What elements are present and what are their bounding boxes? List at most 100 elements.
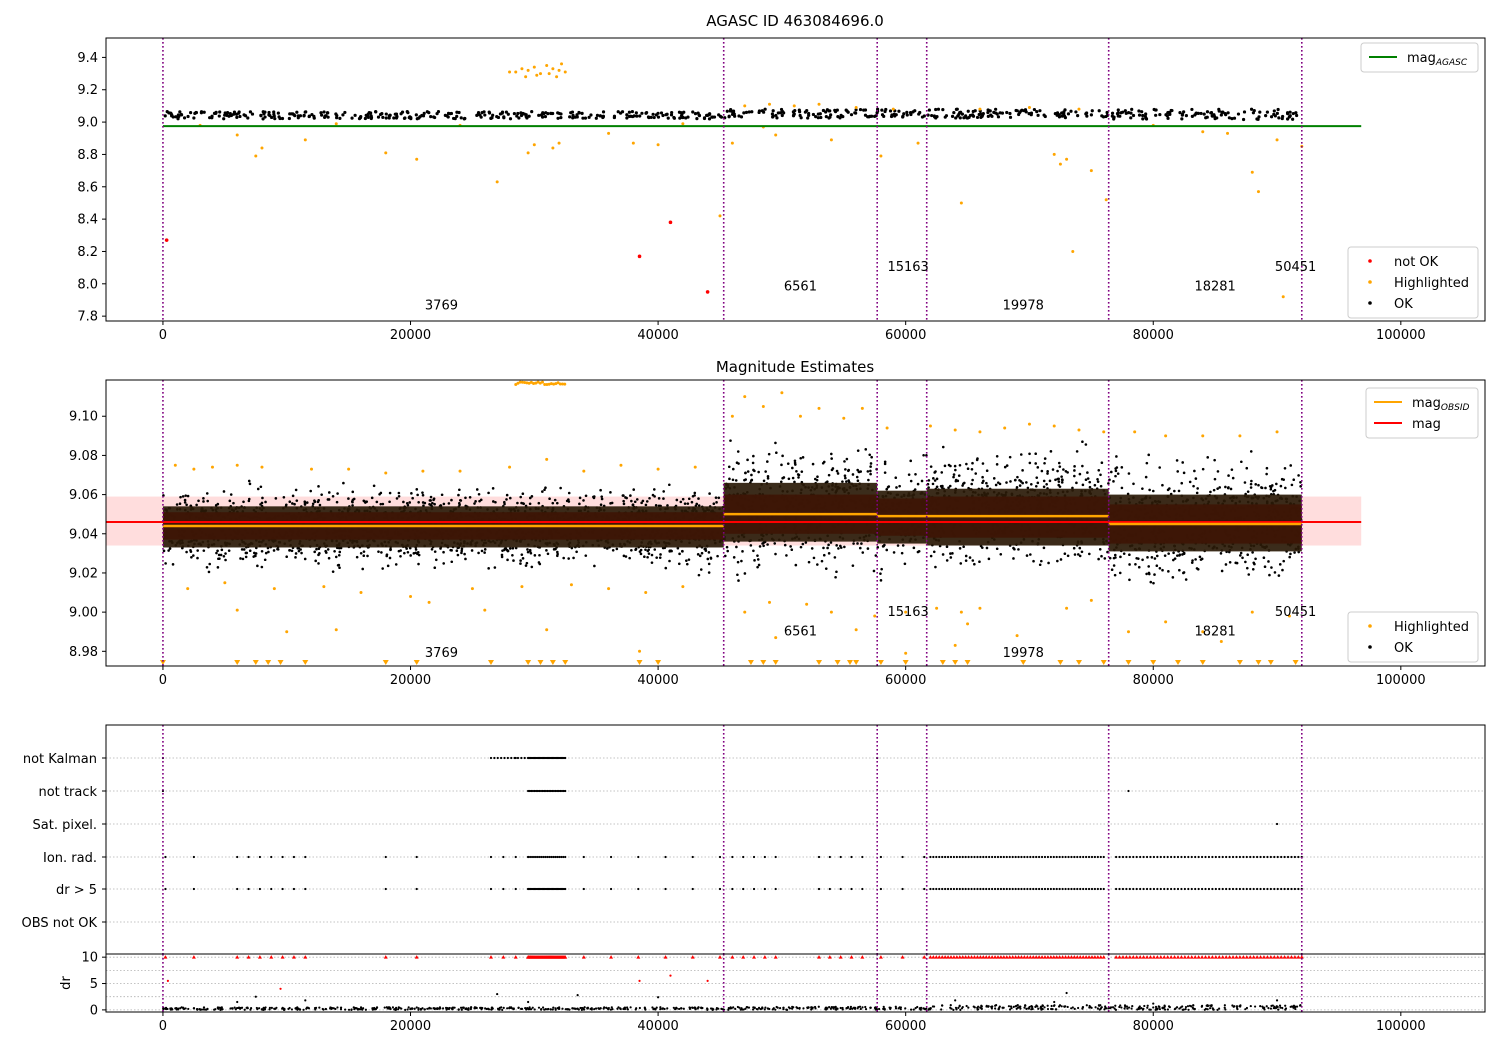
ok-point xyxy=(648,496,651,500)
ok-point xyxy=(678,116,682,120)
ok-point xyxy=(456,553,460,557)
ok-point xyxy=(953,464,957,468)
ok-point xyxy=(725,109,729,113)
ok-point xyxy=(821,461,825,465)
ok-point xyxy=(1115,455,1118,458)
ok-point xyxy=(450,549,453,552)
ok-point xyxy=(835,544,838,547)
ok-point xyxy=(1137,565,1141,569)
ok-point xyxy=(380,551,383,554)
ok-point xyxy=(259,485,263,489)
ok-point xyxy=(851,564,855,567)
ok-point xyxy=(541,111,545,115)
ok-point xyxy=(1116,108,1120,112)
ok-point xyxy=(650,553,654,557)
ok-point xyxy=(522,502,526,506)
ok-point xyxy=(260,549,264,553)
highlighted-point xyxy=(743,104,747,108)
ok-point xyxy=(633,500,637,504)
ok-point xyxy=(280,116,285,121)
ok-point xyxy=(970,467,974,471)
ok-point xyxy=(1220,569,1224,573)
ok-point xyxy=(175,503,179,506)
ok-point xyxy=(801,542,805,546)
ok-point xyxy=(1100,461,1104,464)
ok-point xyxy=(889,114,894,119)
ok-point xyxy=(327,491,331,494)
ok-point xyxy=(811,462,815,466)
ok-point xyxy=(757,563,761,567)
ok-point xyxy=(756,554,759,557)
ok-point xyxy=(1167,570,1170,573)
ok-point xyxy=(829,541,833,544)
ok-point xyxy=(565,499,569,503)
not-ok-point xyxy=(164,238,169,242)
ok-point xyxy=(833,556,837,559)
ok-point xyxy=(197,499,200,503)
ok-point xyxy=(697,113,701,117)
ok-point xyxy=(650,561,654,564)
ok-point xyxy=(947,463,951,467)
ok-point xyxy=(268,114,272,118)
ok-point xyxy=(970,482,974,486)
highlighted-point xyxy=(879,154,883,158)
top-y-tick-label: 8.2 xyxy=(77,245,98,260)
ok-point xyxy=(935,485,939,489)
ok-point xyxy=(263,558,267,562)
ok-point xyxy=(1119,111,1123,115)
ok-point xyxy=(394,112,399,116)
ok-point xyxy=(1005,110,1009,115)
ok-point xyxy=(751,461,755,465)
ok-point xyxy=(1236,112,1241,116)
ok-point xyxy=(1278,563,1282,566)
ok-point xyxy=(1246,490,1250,493)
ok-point xyxy=(1213,458,1216,462)
ok-point xyxy=(1112,556,1116,560)
highlighted-point xyxy=(384,471,388,475)
ok-point xyxy=(234,112,239,116)
ok-point xyxy=(1215,116,1219,120)
ok-point xyxy=(736,560,740,564)
ok-point xyxy=(1057,113,1061,117)
ok-point xyxy=(1291,111,1295,116)
ok-point xyxy=(731,467,735,471)
ok-point xyxy=(1175,459,1179,462)
ok-point xyxy=(922,453,925,457)
ok-point xyxy=(1277,116,1281,120)
ok-point xyxy=(1209,490,1212,494)
ok-point xyxy=(347,497,350,500)
ok-point xyxy=(647,552,651,555)
ok-point xyxy=(1063,108,1067,112)
ok-point xyxy=(1110,111,1115,115)
ok-point xyxy=(264,551,268,555)
not-ok-point xyxy=(668,220,673,225)
highlighted-point xyxy=(334,122,338,126)
ok-point xyxy=(388,500,391,504)
ok-point xyxy=(1249,107,1254,111)
ok-point xyxy=(827,116,831,120)
ok-point xyxy=(922,114,926,118)
ok-point xyxy=(822,553,826,557)
ok-point xyxy=(916,482,920,486)
ok-point xyxy=(1232,116,1237,120)
ok-point xyxy=(940,471,944,474)
highlighted-point xyxy=(535,73,539,77)
ok-point xyxy=(1140,110,1144,114)
ok-point xyxy=(1275,482,1278,486)
ok-point xyxy=(1025,554,1029,557)
ok-point xyxy=(483,551,486,554)
ok-point xyxy=(1158,566,1162,570)
ok-point xyxy=(483,113,487,117)
ok-point xyxy=(162,549,166,553)
ok-point xyxy=(463,116,467,121)
ok-point xyxy=(460,551,463,555)
ok-point xyxy=(295,110,299,114)
ok-point xyxy=(964,559,968,562)
ok-point xyxy=(803,110,807,114)
ok-point xyxy=(1193,469,1196,473)
top-y-tick-label: 7.8 xyxy=(77,310,98,325)
top-y-tick-label: 9.4 xyxy=(77,51,98,66)
highlighted-point xyxy=(555,75,559,79)
ok-point xyxy=(704,549,708,552)
ok-point xyxy=(729,439,732,442)
